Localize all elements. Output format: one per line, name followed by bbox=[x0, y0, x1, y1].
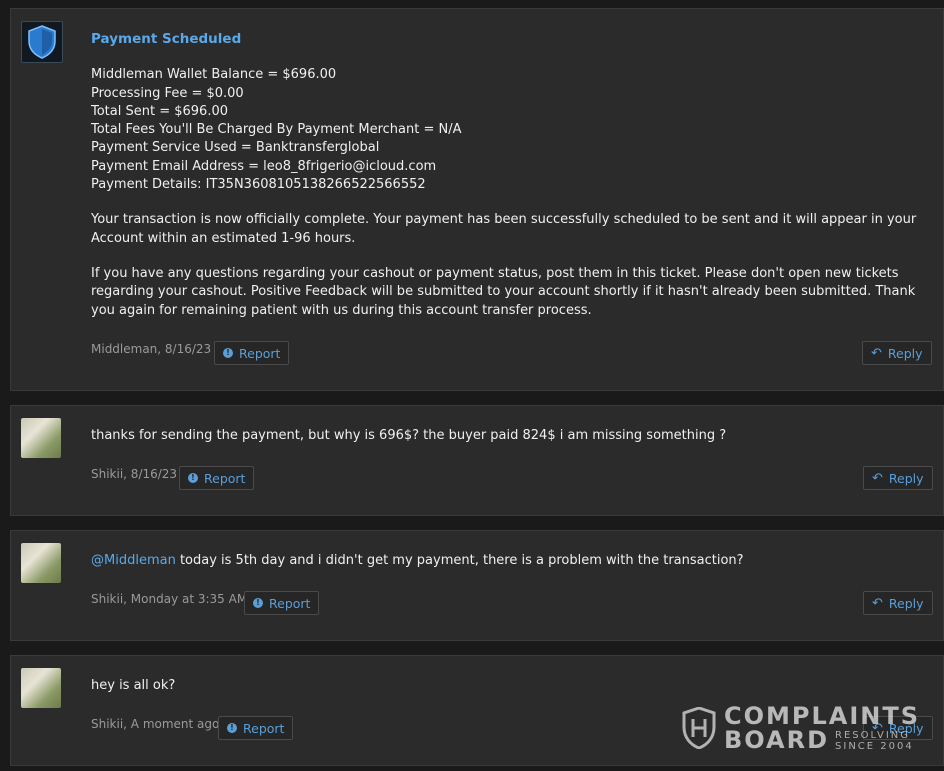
detail-line: Total Sent = $696.00 bbox=[91, 103, 228, 119]
post-meta[interactable]: Shikii, 8/16/23 bbox=[91, 467, 177, 481]
watermark-text: COMPLAINTS BOARD RESOLVING SINCE 2004 bbox=[724, 704, 920, 752]
post-meta[interactable]: Middleman, 8/16/23 bbox=[91, 342, 211, 356]
reply-label: Reply bbox=[888, 470, 924, 486]
reply-arrow-icon: ↶ bbox=[872, 470, 883, 486]
post-body: Payment Scheduled Middleman Wallet Balan… bbox=[91, 30, 925, 320]
post-meta[interactable]: Shikii, Monday at 3:35 AM bbox=[91, 592, 247, 606]
reply-button[interactable]: ↶ Reply bbox=[863, 466, 933, 490]
detail-line: Total Fees You'll Be Charged By Payment … bbox=[91, 122, 462, 138]
questions-paragraph: If you have any questions regarding your… bbox=[91, 265, 925, 320]
report-button[interactable]: ! Report bbox=[244, 591, 320, 615]
post-body: hey is all ok? bbox=[91, 677, 925, 695]
report-label: Report bbox=[204, 470, 246, 486]
report-label: Report bbox=[243, 720, 285, 736]
report-label: Report bbox=[239, 345, 281, 361]
shield-icon bbox=[28, 25, 56, 59]
watermark-sub2: SINCE 2004 bbox=[835, 741, 914, 752]
post-text: @Middleman today is 5th day and i didn't… bbox=[91, 552, 925, 570]
reply-arrow-icon: ↶ bbox=[871, 345, 882, 361]
detail-line: Middleman Wallet Balance = $696.00 bbox=[91, 67, 337, 83]
shield-logo-icon bbox=[682, 707, 716, 749]
post-body: thanks for sending the payment, but why … bbox=[91, 427, 925, 445]
info-circle-icon: ! bbox=[223, 348, 233, 358]
info-circle-icon: ! bbox=[253, 598, 263, 608]
completion-paragraph: Your transaction is now officially compl… bbox=[91, 211, 925, 248]
post-title: Payment Scheduled bbox=[91, 31, 242, 47]
middleman-avatar[interactable] bbox=[21, 21, 63, 63]
complaintsboard-watermark: COMPLAINTS BOARD RESOLVING SINCE 2004 bbox=[682, 704, 920, 752]
watermark-line2: BOARD bbox=[724, 726, 830, 754]
post-payment-scheduled: Payment Scheduled Middleman Wallet Balan… bbox=[10, 8, 944, 391]
paragraph-line: regarding your cashout. Positive Feedbac… bbox=[91, 284, 916, 300]
post-text: thanks for sending the payment, but why … bbox=[91, 428, 727, 443]
post-text: hey is all ok? bbox=[91, 678, 176, 693]
user-mention[interactable]: @Middleman bbox=[91, 553, 176, 568]
watermark-bottom: BOARD RESOLVING SINCE 2004 bbox=[724, 728, 920, 752]
info-circle-icon: ! bbox=[188, 473, 198, 483]
info-circle-icon: ! bbox=[227, 723, 237, 733]
report-button[interactable]: ! Report bbox=[179, 466, 255, 490]
post-reply-1: thanks for sending the payment, but why … bbox=[10, 405, 944, 516]
shikii-avatar[interactable] bbox=[21, 418, 61, 458]
paragraph-line: If you have any questions regarding your… bbox=[91, 265, 899, 281]
post-meta[interactable]: Shikii, A moment ago bbox=[91, 717, 219, 731]
report-button[interactable]: ! Report bbox=[214, 341, 290, 365]
post-body: @Middleman today is 5th day and i didn't… bbox=[91, 552, 925, 570]
reply-button[interactable]: ↶ Reply bbox=[863, 591, 933, 615]
reply-label: Reply bbox=[888, 595, 924, 611]
watermark-line1: COMPLAINTS bbox=[724, 702, 921, 730]
detail-line: Payment Email Address = leo8_8frigerio@i… bbox=[91, 158, 437, 174]
paragraph-line: Your transaction is now officially compl… bbox=[91, 212, 917, 228]
reply-label: Reply bbox=[887, 345, 923, 361]
post-text-body: today is 5th day and i didn't get my pay… bbox=[175, 553, 744, 568]
post-reply-2: @Middleman today is 5th day and i didn't… bbox=[10, 530, 944, 641]
shikii-avatar[interactable] bbox=[21, 543, 61, 583]
watermark-sub1: RESOLVING bbox=[835, 730, 911, 741]
reply-button[interactable]: ↶ Reply bbox=[862, 341, 932, 365]
report-label: Report bbox=[269, 595, 311, 611]
reply-arrow-icon: ↶ bbox=[872, 595, 883, 611]
detail-line: Payment Service Used = Banktransfergloba… bbox=[91, 140, 380, 156]
watermark-sub: RESOLVING SINCE 2004 bbox=[835, 730, 914, 752]
shikii-avatar[interactable] bbox=[21, 668, 61, 708]
detail-line: Payment Details: IT35N360810513826652256… bbox=[91, 177, 426, 193]
paragraph-line: Account within an estimated 1-96 hours. bbox=[91, 230, 356, 246]
report-button[interactable]: ! Report bbox=[218, 716, 294, 740]
detail-line: Processing Fee = $0.00 bbox=[91, 85, 244, 101]
paragraph-line: you again for remaining patient with us … bbox=[91, 302, 592, 318]
